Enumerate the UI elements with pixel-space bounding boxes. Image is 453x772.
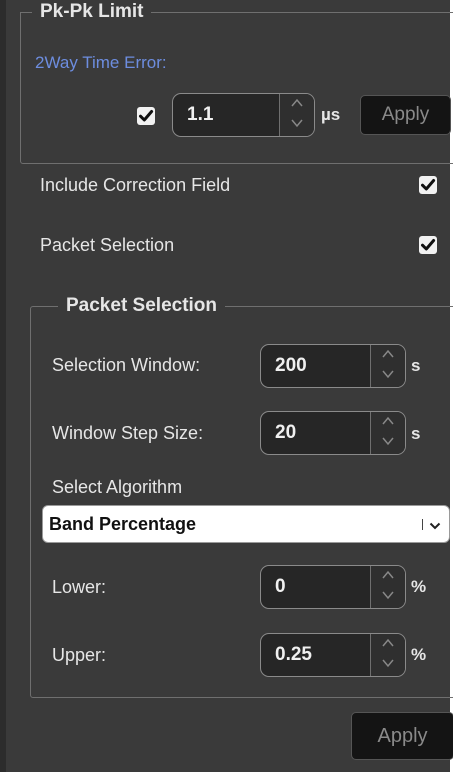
lower-unit: %: [411, 577, 427, 596]
pkpk-value-spinner[interactable]: 1.1: [172, 93, 315, 137]
window-step-size-spinner-buttons: [370, 412, 405, 454]
settings-panel: Pk-Pk Limit 2Way Time Error: 1.1 µs Appl…: [0, 0, 453, 772]
window-step-size-spinner[interactable]: 20: [260, 411, 406, 455]
algorithm-select[interactable]: Band Percentage: [42, 505, 450, 543]
upper-spinner-buttons: [370, 634, 405, 676]
packet-selection-label: Packet Selection: [40, 235, 175, 255]
increment-arrow-icon[interactable]: [371, 416, 405, 437]
increment-arrow-icon[interactable]: [280, 98, 314, 119]
decrement-arrow-icon[interactable]: [371, 590, 405, 611]
increment-arrow-icon[interactable]: [371, 570, 405, 591]
algorithm-selected-value: Band Percentage: [49, 514, 197, 534]
pkpk-limit-legend: Pk-Pk Limit: [32, 1, 152, 23]
lower-label: Lower:: [52, 577, 107, 597]
chevron-down-icon: [429, 518, 441, 536]
selection-window-spinner-buttons: [370, 345, 405, 387]
lower-spinner[interactable]: 0: [260, 565, 406, 609]
selection-window-unit: s: [411, 356, 421, 375]
decrement-arrow-icon[interactable]: [371, 369, 405, 390]
upper-spinner[interactable]: 0.25: [260, 633, 406, 677]
pkpk-unit: µs: [321, 105, 341, 124]
window-step-size-input[interactable]: 20: [275, 412, 296, 454]
include-correction-label: Include Correction Field: [40, 175, 231, 195]
apply-button[interactable]: Apply: [351, 712, 453, 760]
increment-arrow-icon[interactable]: [371, 638, 405, 659]
increment-arrow-icon[interactable]: [371, 349, 405, 370]
lower-spinner-buttons: [370, 566, 405, 608]
pkpk-enable-checkbox[interactable]: [137, 107, 155, 125]
upper-label: Upper:: [52, 645, 107, 665]
pkpk-limit-group: [20, 12, 453, 164]
decrement-arrow-icon[interactable]: [371, 436, 405, 457]
selection-window-spinner[interactable]: 200: [260, 344, 406, 388]
upper-input[interactable]: 0.25: [275, 634, 312, 676]
select-algorithm-label: Select Algorithm: [52, 477, 183, 497]
selection-window-label: Selection Window:: [52, 355, 201, 375]
include-correction-checkbox[interactable]: [419, 176, 437, 194]
pkpk-value-input[interactable]: 1.1: [187, 94, 213, 136]
window-step-size-label: Window Step Size:: [52, 423, 204, 443]
packet-selection-legend: Packet Selection: [58, 295, 226, 317]
select-separator: [422, 519, 423, 530]
window-step-size-unit: s: [411, 424, 421, 443]
lower-input[interactable]: 0: [275, 566, 286, 608]
pkpk-spinner-buttons: [279, 94, 314, 136]
upper-unit: %: [411, 645, 427, 664]
packet-selection-checkbox[interactable]: [419, 236, 437, 254]
selection-window-input[interactable]: 200: [275, 345, 307, 387]
decrement-arrow-icon[interactable]: [280, 118, 314, 139]
two-way-time-error-label: 2Way Time Error:: [35, 53, 167, 72]
decrement-arrow-icon[interactable]: [371, 658, 405, 679]
pkpk-apply-button[interactable]: Apply: [360, 95, 451, 135]
